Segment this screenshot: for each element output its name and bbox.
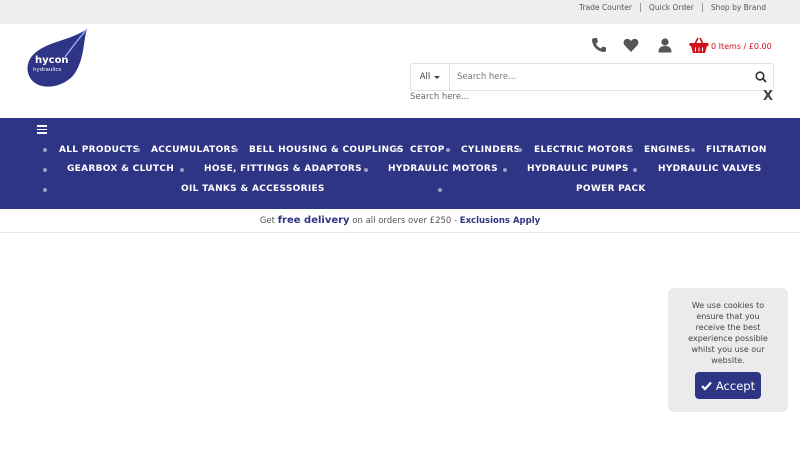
nav-bullet <box>136 148 140 152</box>
nav-item-hydraulic-motors[interactable]: HYDRAULIC MOTORS <box>388 164 498 174</box>
nav-bullet <box>691 148 695 152</box>
nav-item-all-products[interactable]: ALL PRODUCTS <box>59 145 139 155</box>
nav-item-bell-housing-couplings[interactable]: BELL HOUSING & COUPLINGS <box>249 145 404 155</box>
caret-down-icon <box>434 75 441 79</box>
accept-label: Accept <box>715 378 756 393</box>
delivery-middle: on all orders over £250 - <box>349 216 460 226</box>
account-icon[interactable] <box>657 37 673 53</box>
nav-bullet <box>43 168 47 172</box>
basket-icon[interactable] <box>689 37 709 54</box>
logo-text-hydraulics: hydraulics <box>33 67 61 73</box>
nav-item-accumulators[interactable]: ACCUMULATORS <box>151 145 238 155</box>
search-category-select[interactable]: All <box>411 64 450 90</box>
nav-bullet <box>633 168 637 172</box>
nav-item-engines[interactable]: ENGINES <box>644 145 691 155</box>
top-links: Trade Counter Quick Order Shop by Brand <box>571 0 774 15</box>
nav-item-hydraulic-pumps[interactable]: HYDRAULIC PUMPS <box>527 164 629 174</box>
delivery-prefix: Get <box>259 216 278 226</box>
logo-text-hycon: hycon <box>35 55 69 66</box>
search-category-label: All <box>419 72 431 82</box>
quick-order-link[interactable]: Quick Order <box>639 3 702 12</box>
nav-item-power-pack[interactable]: POWER PACK <box>576 184 646 194</box>
nav-bullet <box>503 168 507 172</box>
nav-item-cylinders[interactable]: CYLINDERS <box>461 145 520 155</box>
free-delivery-text: free delivery <box>277 215 350 226</box>
top-bar: Trade Counter Quick Order Shop by Brand <box>0 0 800 24</box>
exclusions-apply-link[interactable]: Exclusions Apply <box>460 216 540 226</box>
cookie-notice: We use cookies to ensure that you receiv… <box>668 288 788 412</box>
cookie-message: We use cookies to ensure that you receiv… <box>688 301 768 365</box>
nav-bullet <box>438 188 442 192</box>
nav-item-cetop[interactable]: CETOP <box>410 145 445 155</box>
cart-summary[interactable]: 0 Items / £0.00 <box>711 42 772 51</box>
nav-bullet <box>180 168 184 172</box>
shop-by-brand-link[interactable]: Shop by Brand <box>701 3 774 12</box>
nav-bullet <box>43 188 47 192</box>
hamburger-menu-icon[interactable] <box>37 125 47 134</box>
nav-bullet <box>364 168 368 172</box>
nav-item-oil-tanks-accessories[interactable]: OIL TANKS & ACCESSORIES <box>181 184 325 194</box>
check-icon <box>701 381 712 391</box>
heart-icon[interactable] <box>623 37 639 53</box>
nav-bullet <box>43 148 47 152</box>
nav-item-gearbox-clutch[interactable]: GEARBOX & CLUTCH <box>67 164 174 174</box>
search-icon[interactable] <box>755 71 767 83</box>
close-search-icon[interactable]: X <box>763 90 773 104</box>
nav-item-electric-motors[interactable]: ELECTRIC MOTORS <box>534 145 633 155</box>
hycon-logo[interactable]: hycon hydraulics <box>25 27 89 89</box>
main-nav: ALL PRODUCTS ACCUMULATORS BELL HOUSING &… <box>0 118 800 209</box>
trade-counter-link[interactable]: Trade Counter <box>571 3 640 12</box>
nav-bullet <box>446 148 450 152</box>
nav-bullet <box>395 148 399 152</box>
nav-bullet <box>234 148 238 152</box>
nav-bullet <box>518 148 522 152</box>
accept-cookies-button[interactable]: Accept <box>695 372 761 399</box>
search-bar: All <box>410 63 774 91</box>
phone-icon[interactable] <box>591 37 607 53</box>
mobile-search-input[interactable]: Search here... <box>410 92 469 102</box>
delivery-banner: Get free delivery on all orders over £25… <box>0 209 800 233</box>
nav-item-filtration[interactable]: FILTRATION <box>706 145 767 155</box>
nav-bullet <box>629 148 633 152</box>
nav-item-hydraulic-valves[interactable]: HYDRAULIC VALVES <box>658 164 761 174</box>
search-input[interactable] <box>451 64 751 90</box>
nav-item-hose-fittings-adaptors[interactable]: HOSE, FITTINGS & ADAPTORS <box>204 164 362 174</box>
